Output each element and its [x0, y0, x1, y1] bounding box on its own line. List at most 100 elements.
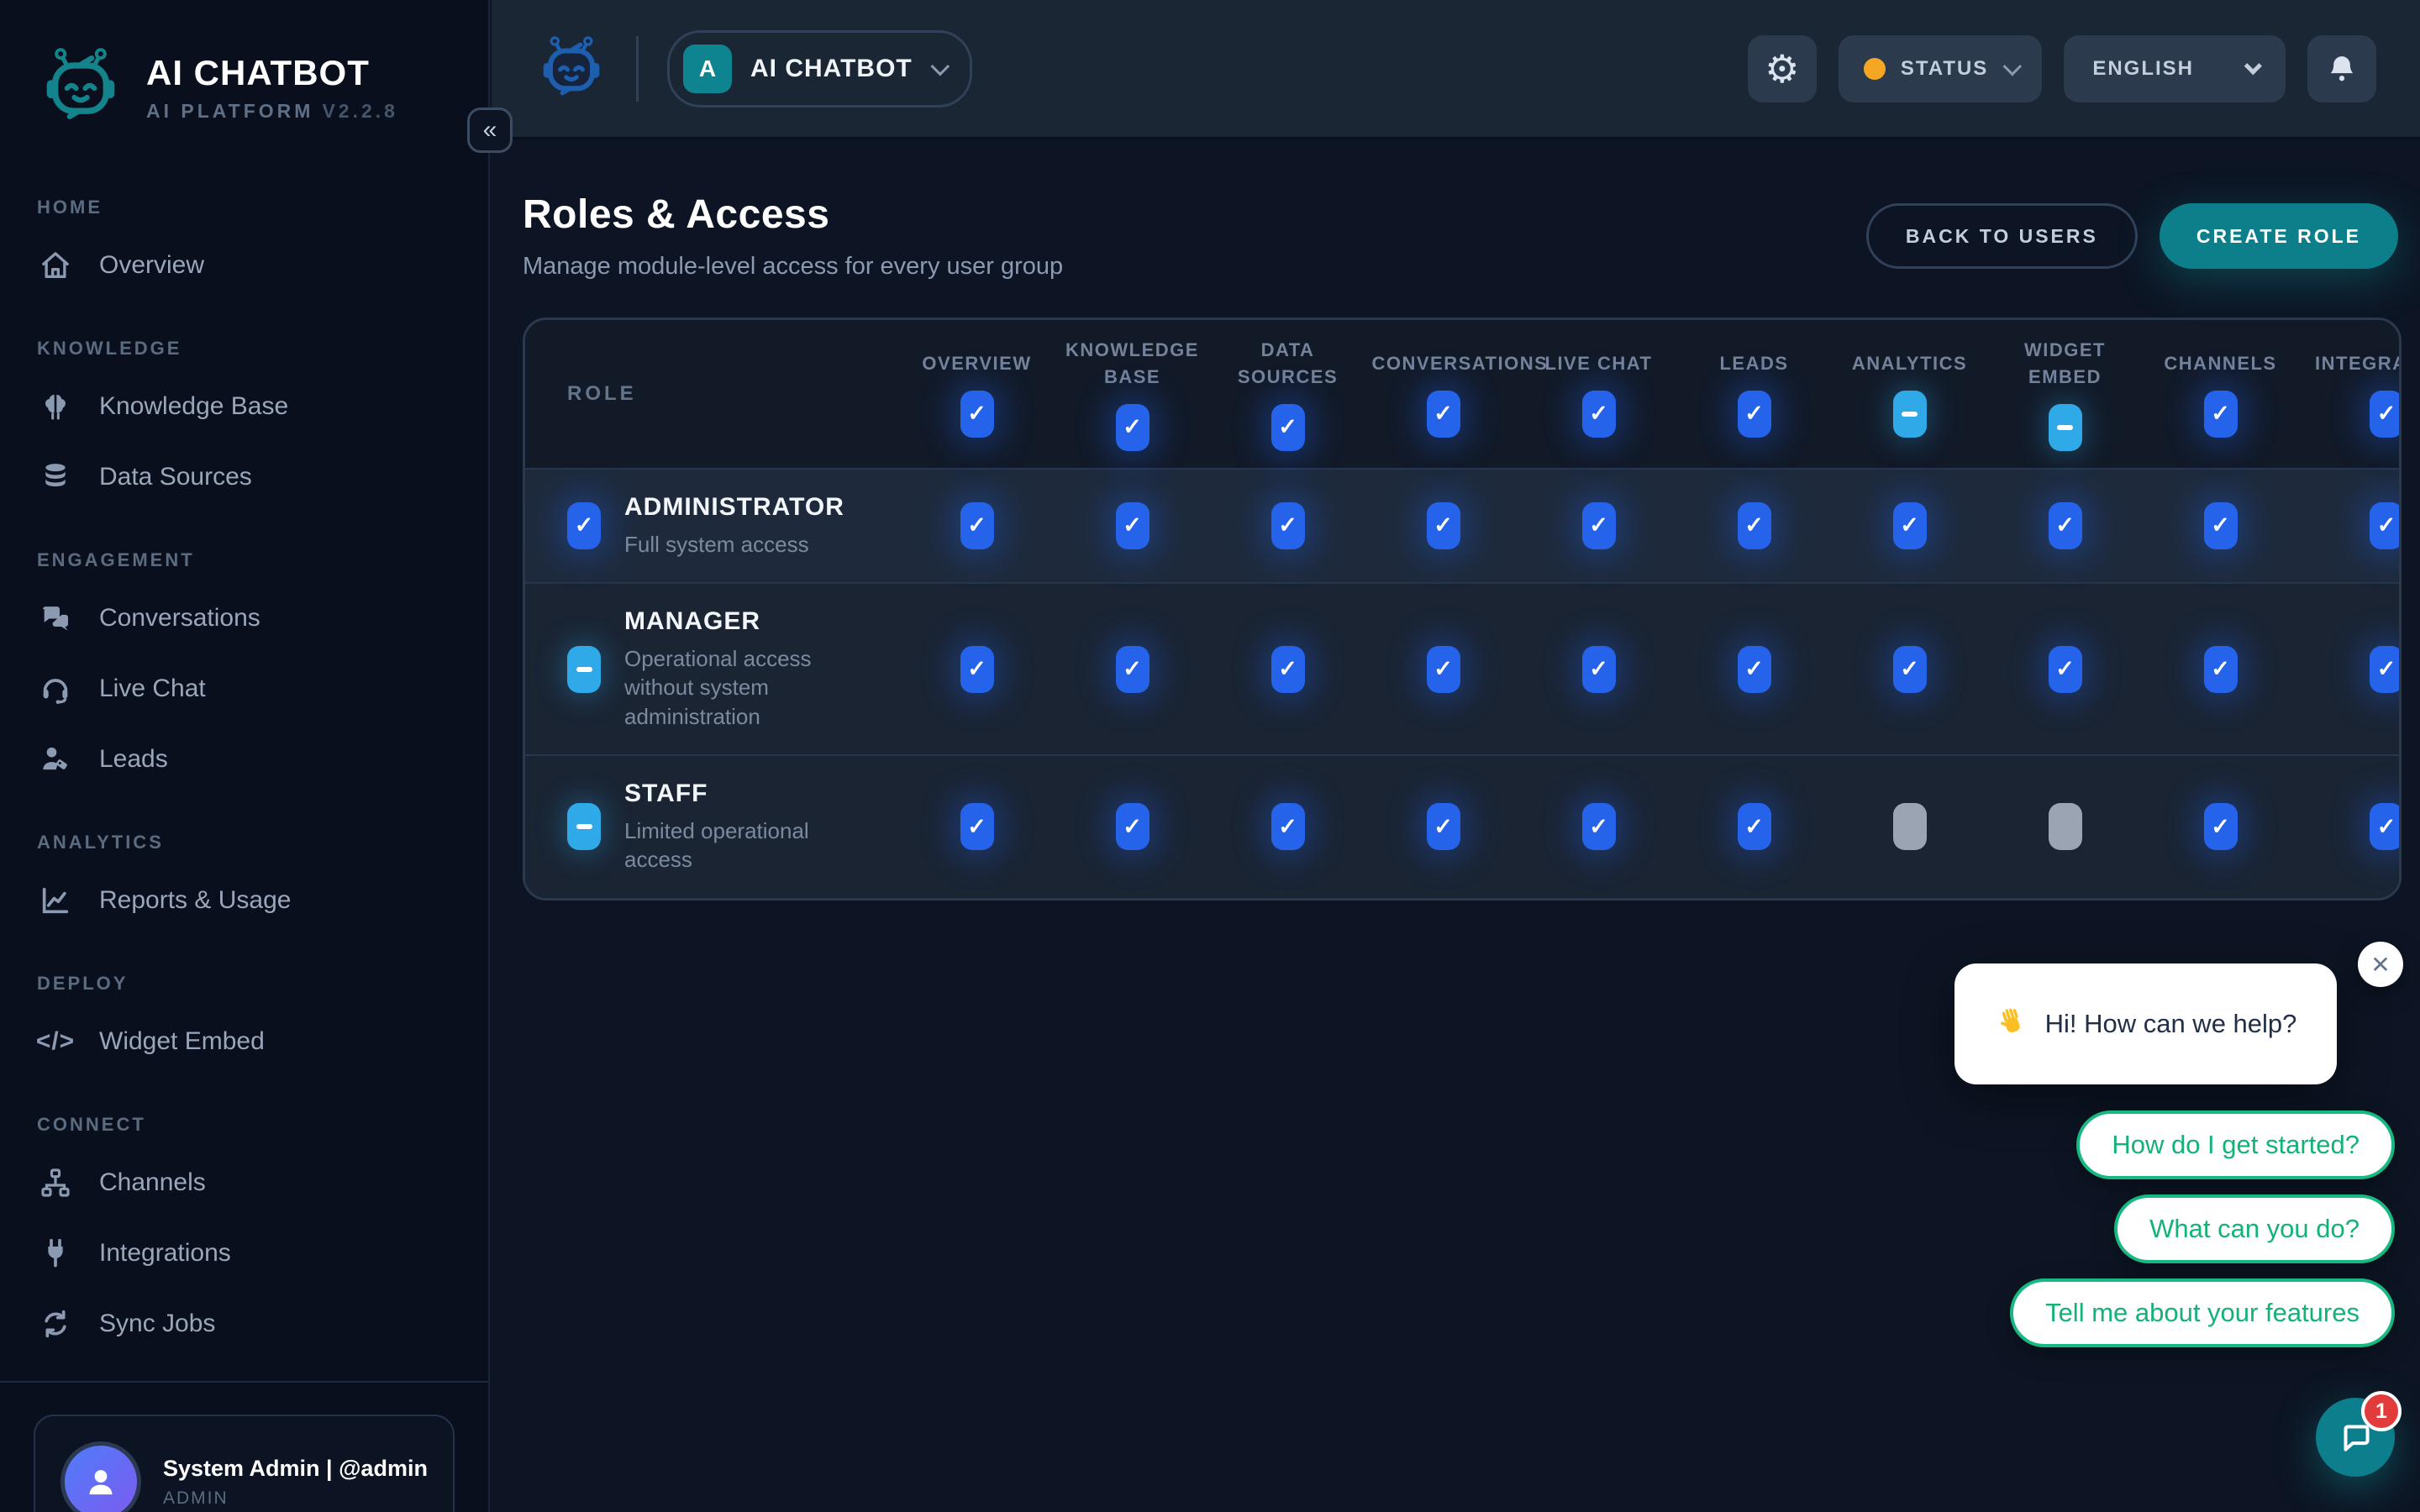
- check-icon: ✓: [1434, 512, 1453, 538]
- check-icon: ✓: [575, 512, 594, 538]
- permission-checkbox[interactable]: ✓: [1116, 502, 1150, 549]
- permission-cell: ✓: [1055, 756, 1210, 898]
- brain-icon: [37, 388, 74, 425]
- check-icon: ✓: [1744, 401, 1764, 427]
- permission-checkbox[interactable]: ✓: [1427, 803, 1460, 850]
- permission-checkbox[interactable]: ✓: [2370, 646, 2402, 693]
- permission-checkbox[interactable]: ✓: [1582, 803, 1616, 850]
- column-header-channels: CHANNELS✓: [2143, 320, 2298, 468]
- sidebar-item-conversations[interactable]: Conversations: [0, 583, 488, 654]
- column-toggle-checkbox[interactable]: ✓: [1738, 391, 1771, 438]
- sidebar-item-reports-usage[interactable]: Reports & Usage: [0, 865, 488, 936]
- column-toggle-checkbox[interactable]: ✓: [2370, 391, 2402, 438]
- column-toggle-checkbox[interactable]: ✓: [2204, 391, 2238, 438]
- permission-checkbox[interactable]: ✓: [1271, 803, 1305, 850]
- permission-cell: ✓: [2143, 584, 2298, 754]
- column-toggle-checkbox[interactable]: [1893, 391, 1927, 438]
- language-select[interactable]: ENGLISH: [2064, 35, 2286, 102]
- column-header-label: LIVE CHAT: [1545, 350, 1653, 377]
- permission-checkbox[interactable]: ✓: [2049, 502, 2082, 549]
- avatar: [60, 1441, 141, 1512]
- chat-suggestion-tell-me-about-your-features[interactable]: Tell me about your features: [2010, 1278, 2395, 1347]
- notifications-button[interactable]: [2307, 35, 2376, 102]
- back-to-users-button[interactable]: BACK TO USERS: [1866, 203, 2138, 269]
- chat-suggestion-how-do-i-get-started[interactable]: How do I get started?: [2076, 1110, 2395, 1179]
- permission-checkbox[interactable]: ✓: [1893, 646, 1927, 693]
- permission-checkbox[interactable]: ✓: [1427, 646, 1460, 693]
- app-subtitle: AI PLATFORMV2.2.8: [146, 100, 398, 123]
- role-checkbox[interactable]: [567, 803, 601, 850]
- roles-permission-table: ROLEOVERVIEW✓KNOWLEDGE BASE✓DATA SOURCES…: [523, 318, 2402, 900]
- page-title: Roles & Access: [523, 192, 1063, 238]
- check-icon: ✓: [1744, 814, 1764, 840]
- role-cell: MANAGEROperational access without system…: [525, 584, 899, 754]
- chat-launcher-button[interactable]: 1: [2316, 1398, 2395, 1477]
- chat-suggestion-what-can-you-do[interactable]: What can you do?: [2114, 1194, 2395, 1263]
- permission-checkbox[interactable]: [1893, 803, 1927, 850]
- check-icon: ✓: [1123, 512, 1142, 538]
- role-checkbox[interactable]: ✓: [567, 502, 601, 549]
- sidebar-item-widget-embed[interactable]: </>Widget Embed: [0, 1006, 488, 1077]
- chat-close-button[interactable]: ✕: [2358, 942, 2403, 987]
- sidebar-item-integrations[interactable]: Integrations: [0, 1218, 488, 1289]
- sidebar-item-leads[interactable]: Leads: [0, 724, 488, 795]
- check-icon: ✓: [2211, 814, 2230, 840]
- permission-cell: ✓: [2143, 470, 2298, 582]
- permission-checkbox[interactable]: ✓: [1116, 803, 1150, 850]
- permission-checkbox[interactable]: ✓: [1738, 502, 1771, 549]
- permission-checkbox[interactable]: ✓: [1582, 502, 1616, 549]
- column-toggle-checkbox[interactable]: [2049, 404, 2082, 451]
- permission-checkbox[interactable]: ✓: [1116, 646, 1150, 693]
- permission-checkbox[interactable]: ✓: [1271, 646, 1305, 693]
- permission-checkbox[interactable]: ✓: [2204, 502, 2238, 549]
- permission-checkbox[interactable]: ✓: [1893, 502, 1927, 549]
- sidebar-item-channels[interactable]: Channels: [0, 1147, 488, 1218]
- permission-checkbox[interactable]: ✓: [2204, 803, 2238, 850]
- permission-checkbox[interactable]: ✓: [2049, 646, 2082, 693]
- database-icon: [37, 459, 74, 496]
- status-dropdown[interactable]: STATUS: [1839, 35, 2042, 102]
- section-label: KNOWLEDGE: [0, 323, 488, 371]
- sidebar-item-sync-jobs[interactable]: Sync Jobs: [0, 1289, 488, 1359]
- sidebar-item-label: Channels: [99, 1168, 206, 1197]
- sidebar-item-data-sources[interactable]: Data Sources: [0, 442, 488, 512]
- permission-checkbox[interactable]: ✓: [1738, 646, 1771, 693]
- chevrons-left-icon: «: [483, 118, 497, 143]
- permission-cell: ✓: [899, 584, 1055, 754]
- role-column-header: ROLE: [525, 320, 899, 468]
- column-toggle-checkbox[interactable]: ✓: [960, 391, 994, 438]
- column-header-label: WIDGET EMBED: [1994, 337, 2137, 391]
- role-name: ADMINISTRATOR: [624, 493, 844, 522]
- sidebar-item-overview[interactable]: Overview: [0, 230, 488, 301]
- permission-checkbox[interactable]: ✓: [1582, 646, 1616, 693]
- column-toggle-checkbox[interactable]: ✓: [1427, 391, 1460, 438]
- person-tag-icon: [37, 741, 74, 778]
- column-toggle-checkbox[interactable]: ✓: [1582, 391, 1616, 438]
- settings-button[interactable]: ⚙: [1748, 35, 1817, 102]
- sidebar-item-knowledge-base[interactable]: Knowledge Base: [0, 371, 488, 442]
- check-icon: ✓: [1278, 512, 1297, 538]
- permission-checkbox[interactable]: ✓: [960, 646, 994, 693]
- column-header-label: ANALYTICS: [1852, 350, 1967, 377]
- create-role-button[interactable]: CREATE ROLE: [2160, 203, 2398, 269]
- permission-checkbox[interactable]: [2049, 803, 2082, 850]
- permission-checkbox[interactable]: ✓: [960, 502, 994, 549]
- check-icon: ✓: [2377, 656, 2396, 682]
- permission-checkbox[interactable]: ✓: [1427, 502, 1460, 549]
- permission-checkbox[interactable]: ✓: [2204, 646, 2238, 693]
- permission-cell: ✓: [1832, 470, 1987, 582]
- role-checkbox[interactable]: [567, 646, 601, 693]
- permission-cell: ✓: [1055, 584, 1210, 754]
- permission-checkbox[interactable]: ✓: [960, 803, 994, 850]
- permission-cell: ✓: [2298, 756, 2402, 898]
- sidebar-item-live-chat[interactable]: Live Chat: [0, 654, 488, 724]
- column-toggle-checkbox[interactable]: ✓: [1116, 404, 1150, 451]
- permission-checkbox[interactable]: ✓: [2370, 502, 2402, 549]
- permission-cell: ✓: [1832, 584, 1987, 754]
- sidebar-collapse-button[interactable]: «: [467, 108, 513, 153]
- column-toggle-checkbox[interactable]: ✓: [1271, 404, 1305, 451]
- permission-checkbox[interactable]: ✓: [2370, 803, 2402, 850]
- permission-checkbox[interactable]: ✓: [1271, 502, 1305, 549]
- permission-checkbox[interactable]: ✓: [1738, 803, 1771, 850]
- bot-selector-dropdown[interactable]: A AI CHATBOT: [667, 30, 972, 108]
